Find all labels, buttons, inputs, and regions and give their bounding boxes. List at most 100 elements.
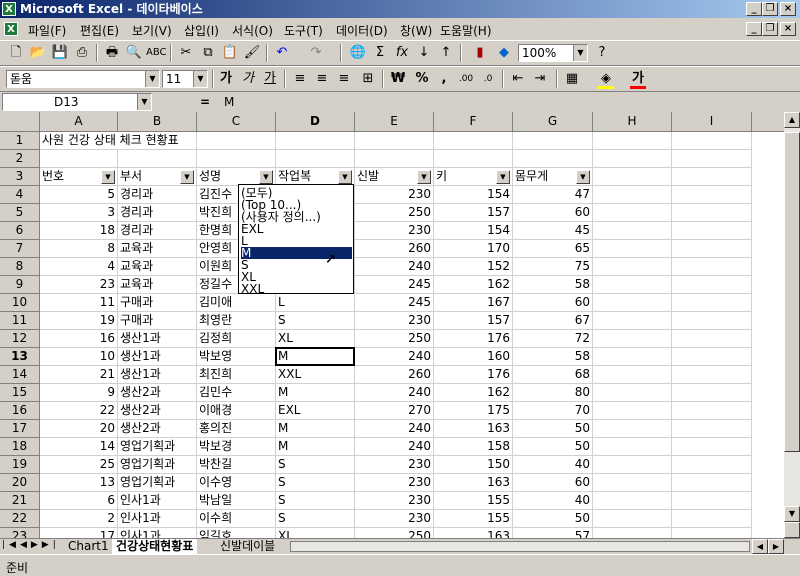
decrease-decimal-icon[interactable]: .0	[478, 70, 498, 88]
cell-shoe[interactable]: 260	[355, 240, 434, 258]
cell-weight[interactable]: 75	[513, 258, 593, 276]
cell-no[interactable]: 2	[40, 510, 118, 528]
empty-cell[interactable]	[593, 276, 672, 294]
cell-no[interactable]: 14	[40, 438, 118, 456]
row-header-4[interactable]: 4	[0, 186, 40, 204]
align-left-icon[interactable]: ≡	[290, 70, 310, 88]
drawing-icon[interactable]: ◆	[494, 44, 514, 62]
empty-cell[interactable]	[276, 132, 355, 150]
cell-no[interactable]: 9	[40, 384, 118, 402]
cell-shoe[interactable]: 245	[355, 294, 434, 312]
cell-height[interactable]: 152	[434, 258, 513, 276]
cell-dept[interactable]: 생산1과	[118, 366, 197, 384]
cell-height[interactable]: 176	[434, 330, 513, 348]
tab-chart1[interactable]: Chart1	[64, 539, 113, 554]
empty-cell[interactable]	[672, 384, 752, 402]
row-header-12[interactable]: 12	[0, 330, 40, 348]
cell-height[interactable]: 170	[434, 240, 513, 258]
row-header-3[interactable]: 3	[0, 168, 40, 186]
empty-cell[interactable]	[672, 240, 752, 258]
filter-dropdown-icon[interactable]: ▼	[417, 170, 431, 184]
cell-dept[interactable]: 경리과	[118, 186, 197, 204]
cell-height[interactable]: 157	[434, 204, 513, 222]
cell-dept[interactable]: 생산2과	[118, 420, 197, 438]
cell-size[interactable]: EXL	[276, 402, 355, 420]
header-height[interactable]: 키 ▼	[434, 168, 513, 186]
empty-cell[interactable]	[118, 132, 197, 150]
percent-button[interactable]: %	[412, 70, 432, 88]
cut-icon[interactable]: ✂	[176, 44, 196, 62]
empty-cell[interactable]	[593, 312, 672, 330]
empty-cell[interactable]	[672, 294, 752, 312]
empty-cell[interactable]	[672, 150, 752, 168]
print-icon[interactable]: 🖶	[102, 44, 122, 62]
cell-dept[interactable]: 교육과	[118, 240, 197, 258]
header-shoe[interactable]: 신발 ▼	[355, 168, 434, 186]
cell-dept[interactable]: 구매과	[118, 294, 197, 312]
name-box[interactable]: D13 ▼	[2, 93, 152, 111]
select-all-corner[interactable]	[0, 112, 40, 132]
cell-size[interactable]: S	[276, 456, 355, 474]
cell-no[interactable]: 21	[40, 366, 118, 384]
hyperlink-icon[interactable]: 🌐	[348, 44, 368, 62]
cell-size[interactable]: M	[276, 384, 355, 402]
autosum-icon[interactable]: Σ	[370, 44, 390, 62]
currency-button[interactable]: ₩	[388, 70, 408, 88]
row-header-2[interactable]: 2	[0, 150, 40, 168]
cell-height[interactable]: 160	[434, 348, 513, 366]
sheet-title[interactable]: 사원 건강 상태 체크 현황표	[40, 132, 179, 150]
undo-icon[interactable]: ↶	[272, 44, 292, 62]
empty-cell[interactable]	[593, 510, 672, 528]
column-header-f[interactable]: F	[434, 112, 513, 132]
increase-indent-icon[interactable]: ⇥	[530, 70, 550, 88]
close-button[interactable]: ×	[780, 2, 796, 16]
cell-size[interactable]: S	[276, 312, 355, 330]
font-size-select[interactable]: 11 ▼	[162, 70, 208, 88]
save-icon[interactable]: 💾	[50, 44, 70, 62]
cell-size[interactable]: XL	[276, 330, 355, 348]
empty-cell[interactable]	[513, 150, 593, 168]
empty-cell[interactable]	[593, 438, 672, 456]
empty-cell[interactable]	[118, 150, 197, 168]
cell-weight[interactable]: 50	[513, 438, 593, 456]
cell-weight[interactable]: 40	[513, 456, 593, 474]
column-header-h[interactable]: H	[593, 112, 672, 132]
row-header-6[interactable]: 6	[0, 222, 40, 240]
cell-name[interactable]: 김정희	[197, 330, 276, 348]
sort-ascending-icon[interactable]: ↓	[414, 44, 434, 62]
font-select[interactable]: 돋움 ▼	[6, 70, 160, 88]
empty-cell[interactable]	[672, 474, 752, 492]
empty-cell[interactable]	[672, 312, 752, 330]
dropdown-item[interactable]: EXL	[241, 223, 352, 235]
cell-weight[interactable]: 40	[513, 492, 593, 510]
cell-dept[interactable]: 구매과	[118, 312, 197, 330]
cell-name[interactable]: 이수희	[197, 510, 276, 528]
scroll-right-button[interactable]: ▶	[768, 539, 784, 554]
increase-decimal-icon[interactable]: .00	[456, 70, 476, 88]
filter-dropdown-icon[interactable]: ▼	[576, 170, 590, 184]
empty-cell[interactable]	[434, 132, 513, 150]
column-header-i[interactable]: I	[672, 112, 752, 132]
row-header-15[interactable]: 15	[0, 384, 40, 402]
cell-no[interactable]: 8	[40, 240, 118, 258]
cell-no[interactable]: 16	[40, 330, 118, 348]
spelling-icon[interactable]: ABC	[146, 44, 167, 62]
cell-weight[interactable]: 65	[513, 240, 593, 258]
column-header-e[interactable]: E	[355, 112, 434, 132]
row-header-11[interactable]: 11	[0, 312, 40, 330]
cell-size[interactable]: S	[276, 510, 355, 528]
row-header-18[interactable]: 18	[0, 438, 40, 456]
cell-name[interactable]: 박남일	[197, 492, 276, 510]
cell-no[interactable]: 25	[40, 456, 118, 474]
cell-name[interactable]: 김미애	[197, 294, 276, 312]
cell-weight[interactable]: 60	[513, 204, 593, 222]
column-header-d[interactable]: D	[276, 112, 355, 132]
cell-dept[interactable]: 교육과	[118, 276, 197, 294]
empty-cell[interactable]	[593, 258, 672, 276]
row-header-17[interactable]: 17	[0, 420, 40, 438]
column-header-g[interactable]: G	[513, 112, 593, 132]
cell-weight[interactable]: 58	[513, 348, 593, 366]
row-header-22[interactable]: 22	[0, 510, 40, 528]
cell-name[interactable]: 박찬길	[197, 456, 276, 474]
borders-icon[interactable]: ▦	[562, 70, 582, 88]
